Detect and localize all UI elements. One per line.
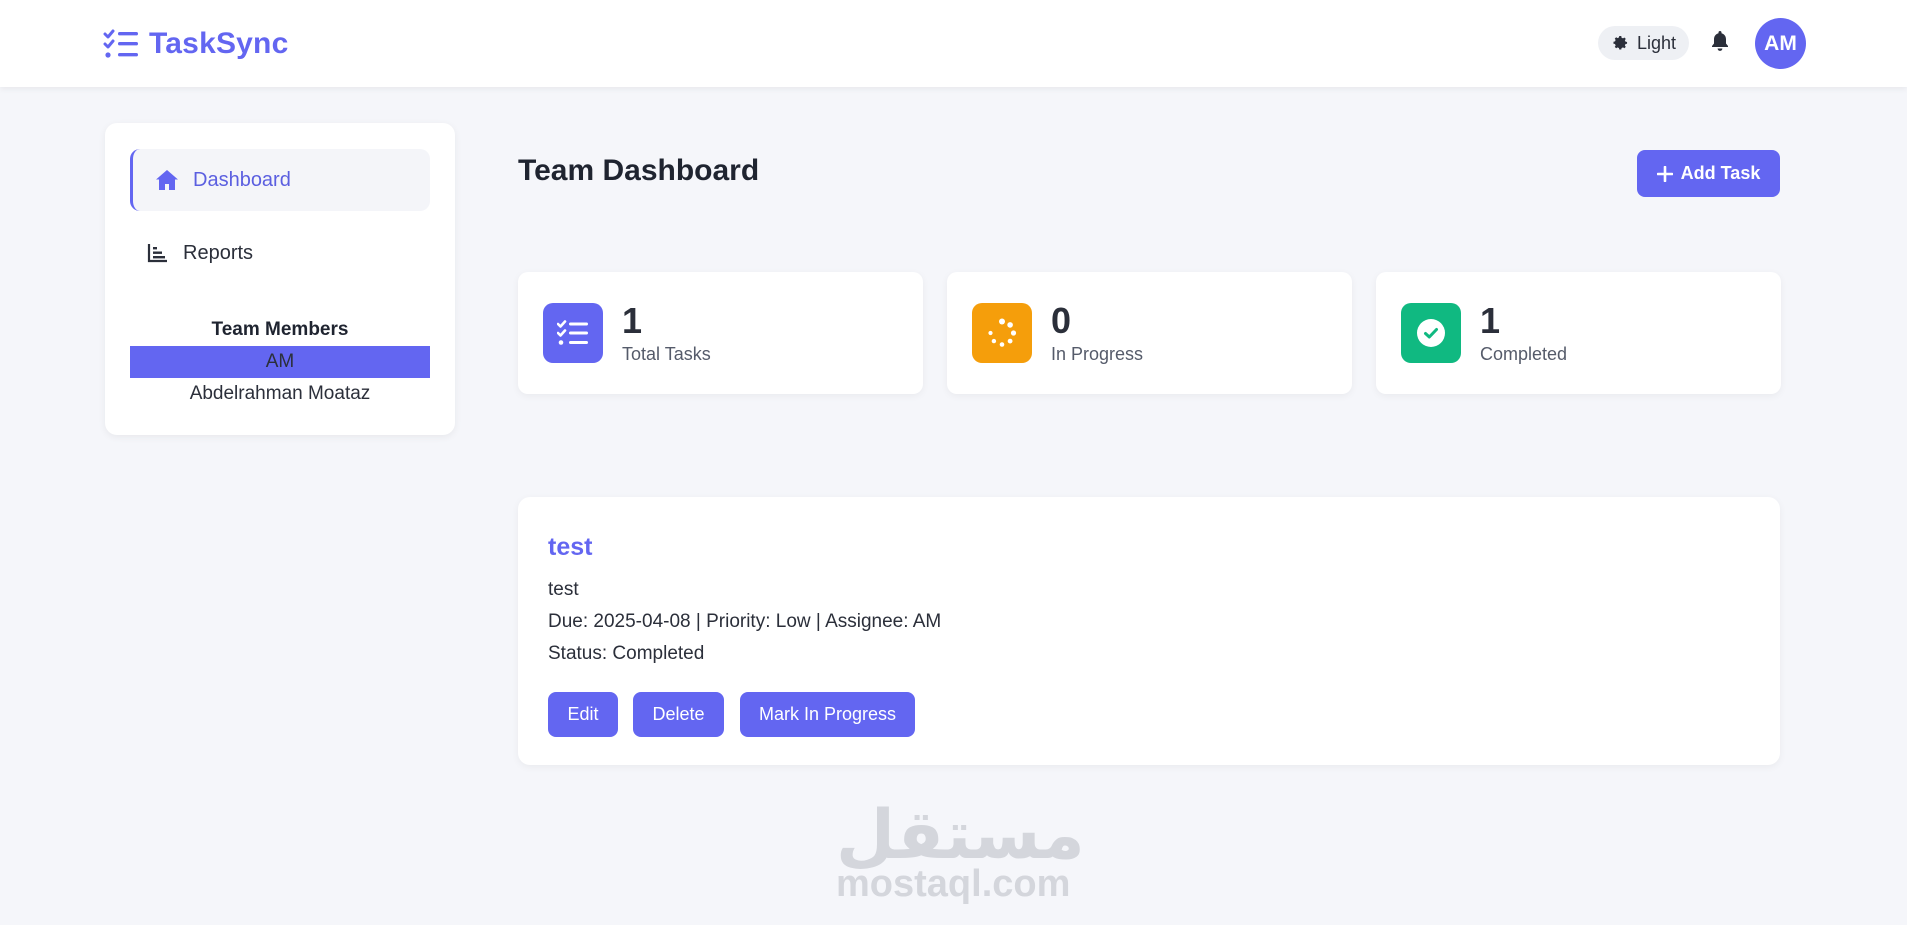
task-description: test [548, 579, 579, 600]
sidebar: Dashboard Reports Team Members AM Abdelr… [105, 123, 455, 435]
add-task-button[interactable]: Add Task [1637, 150, 1780, 197]
stat-label: In Progress [1051, 344, 1144, 364]
stat-value: 1 [622, 300, 643, 341]
bar-chart-icon [147, 244, 167, 263]
tasks-icon [543, 303, 603, 363]
task-status: Status: Completed [548, 643, 705, 664]
stat-label: Completed [1480, 344, 1568, 364]
stat-card-in-progress: 0 In Progress [947, 272, 1352, 394]
check-circle-icon [1401, 303, 1461, 363]
bell-icon [1712, 31, 1728, 51]
sidebar-item-label: Reports [183, 241, 254, 264]
task-meta: Due: 2025-04-08 | Priority: Low | Assign… [548, 611, 942, 632]
brand-logo[interactable]: TaskSync [103, 24, 288, 64]
sidebar-item-dashboard[interactable]: Dashboard [130, 149, 430, 211]
team-members-heading: Team Members [211, 319, 349, 340]
home-icon [156, 170, 178, 190]
delete-task-button[interactable]: Delete [633, 692, 724, 737]
spinner-icon [972, 303, 1032, 363]
theme-toggle-button[interactable]: Light [1598, 26, 1689, 60]
brand-name: TaskSync [149, 27, 289, 60]
watermark-arabic: مستقل [836, 796, 1085, 875]
watermark-latin: mostaql.com [836, 863, 1071, 905]
stat-card-completed: 1 Completed [1376, 272, 1781, 394]
gear-icon [1613, 35, 1628, 50]
task-card: test test Due: 2025-04-08 | Priority: Lo… [518, 497, 1780, 765]
user-avatar[interactable]: AM [1755, 18, 1806, 69]
edit-task-button[interactable]: Edit [548, 692, 618, 737]
team-member-item[interactable]: AM [130, 346, 430, 378]
notifications-button[interactable] [1710, 30, 1734, 56]
stat-card-total-tasks: 1 Total Tasks [518, 272, 923, 394]
stat-value: 1 [1480, 300, 1501, 341]
page-title: Team Dashboard [518, 154, 760, 187]
task-list-icon [103, 29, 138, 58]
stat-label: Total Tasks [622, 344, 711, 364]
watermark: مستقل mostaql.com [836, 796, 1085, 905]
top-navbar: TaskSync Light AM [0, 0, 1907, 87]
add-task-label: Add Task [1680, 163, 1761, 183]
stat-value: 0 [1051, 300, 1072, 341]
plus-icon [1656, 165, 1673, 182]
team-member-item[interactable]: Abdelrahman Moataz [130, 378, 430, 410]
task-title[interactable]: test [548, 533, 592, 562]
sidebar-item-reports[interactable]: Reports [130, 222, 430, 284]
theme-toggle-label: Light [1636, 32, 1677, 53]
mark-in-progress-button[interactable]: Mark In Progress [740, 692, 915, 737]
sidebar-item-label: Dashboard [193, 168, 291, 191]
